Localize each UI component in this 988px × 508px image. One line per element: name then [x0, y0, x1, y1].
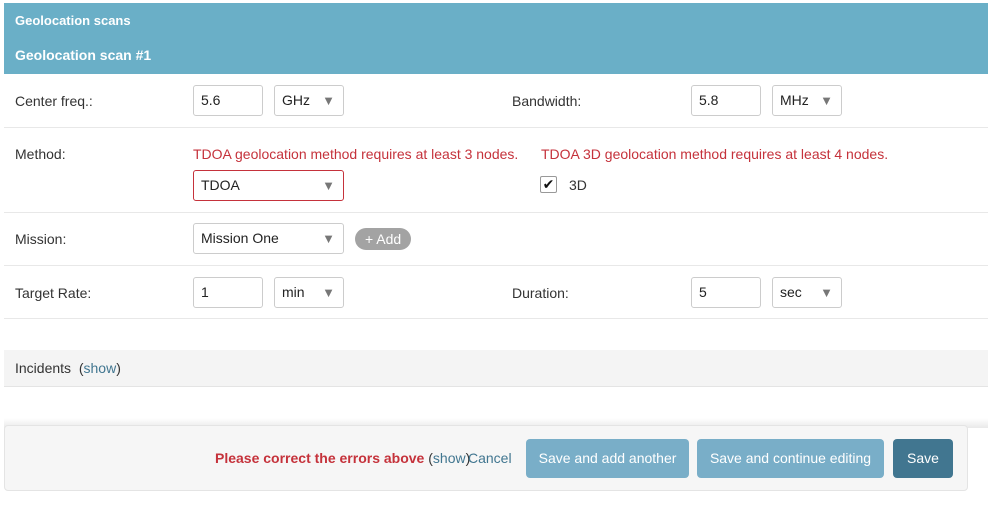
bandwidth-unit-select[interactable]: MHz ▼	[772, 85, 842, 116]
save-and-continue-button[interactable]: Save and continue editing	[697, 439, 884, 478]
incidents-heading: Incidents (show)	[15, 360, 121, 376]
chevron-down-icon: ▼	[322, 285, 335, 300]
3d-checkbox-label: 3D	[569, 177, 587, 193]
bandwidth-input[interactable]: 5.8	[691, 85, 761, 116]
duration-unit-select[interactable]: sec ▼	[772, 277, 842, 308]
mission-select-value: Mission One	[201, 230, 279, 246]
chevron-down-icon: ▼	[820, 93, 833, 108]
section-title: Geolocation scans	[15, 13, 131, 28]
incidents-close-paren: )	[116, 360, 121, 376]
submit-row: Please correct the errors above (show) C…	[4, 425, 968, 491]
incidents-show-link[interactable]: show	[84, 360, 117, 376]
method-error-message: TDOA geolocation method requires at leas…	[193, 146, 519, 162]
form-row-frequency: Center freq.: 5.6 GHz ▼ Bandwidth: 5.8 M…	[4, 74, 988, 128]
chevron-down-icon: ▼	[820, 285, 833, 300]
method-select-value: TDOA	[201, 177, 240, 193]
submit-error-text: Please correct the errors above	[215, 450, 425, 466]
bandwidth-unit-value: MHz	[780, 92, 809, 108]
method-label: Method:	[15, 146, 66, 162]
incidents-title: Incidents	[15, 360, 72, 376]
target-rate-label: Target Rate:	[15, 285, 92, 301]
center-freq-unit-value: GHz	[282, 92, 310, 108]
target-rate-unit-value: min	[282, 284, 305, 300]
submit-error-message: Please correct the errors above (show)	[215, 450, 470, 466]
save-and-add-another-button[interactable]: Save and add another	[526, 439, 689, 478]
duration-unit-value: sec	[780, 284, 802, 300]
add-mission-button[interactable]: + Add	[355, 228, 412, 250]
form-row-rate: Target Rate: 1 min ▼ Duration: 5 sec ▼	[4, 266, 988, 319]
item-title: Geolocation scan #1	[15, 47, 152, 63]
chevron-down-icon: ▼	[322, 178, 335, 193]
mission-select[interactable]: Mission One ▼	[193, 223, 344, 254]
target-rate-input[interactable]: 1	[193, 277, 263, 308]
duration-input[interactable]: 5	[691, 277, 761, 308]
center-freq-unit-select[interactable]: GHz ▼	[274, 85, 344, 116]
inline-group-header: Geolocation scans Geolocation scan #1	[4, 3, 988, 74]
save-button[interactable]: Save	[893, 439, 953, 478]
method-select[interactable]: TDOA ▼	[193, 170, 344, 201]
chevron-down-icon: ▼	[322, 93, 335, 108]
form-row-method: Method: TDOA geolocation method requires…	[4, 128, 988, 213]
form-row-mission: Mission: Mission One ▼ + Add	[4, 213, 988, 266]
chevron-down-icon: ▼	[322, 231, 335, 246]
incidents-section: Incidents (show)	[4, 350, 988, 387]
submit-errors-show-link[interactable]: show	[433, 450, 466, 466]
mission-label: Mission:	[15, 231, 67, 247]
target-rate-unit-select[interactable]: min ▼	[274, 277, 344, 308]
method-3d-error-message: TDOA 3D geolocation method requires at l…	[541, 146, 889, 162]
cancel-link[interactable]: Cancel	[468, 450, 512, 466]
center-freq-label: Center freq.:	[15, 93, 93, 109]
duration-label: Duration:	[512, 285, 569, 301]
bandwidth-label: Bandwidth:	[512, 93, 582, 109]
3d-checkbox[interactable]: ✔	[540, 176, 557, 193]
center-freq-input[interactable]: 5.6	[193, 85, 263, 116]
